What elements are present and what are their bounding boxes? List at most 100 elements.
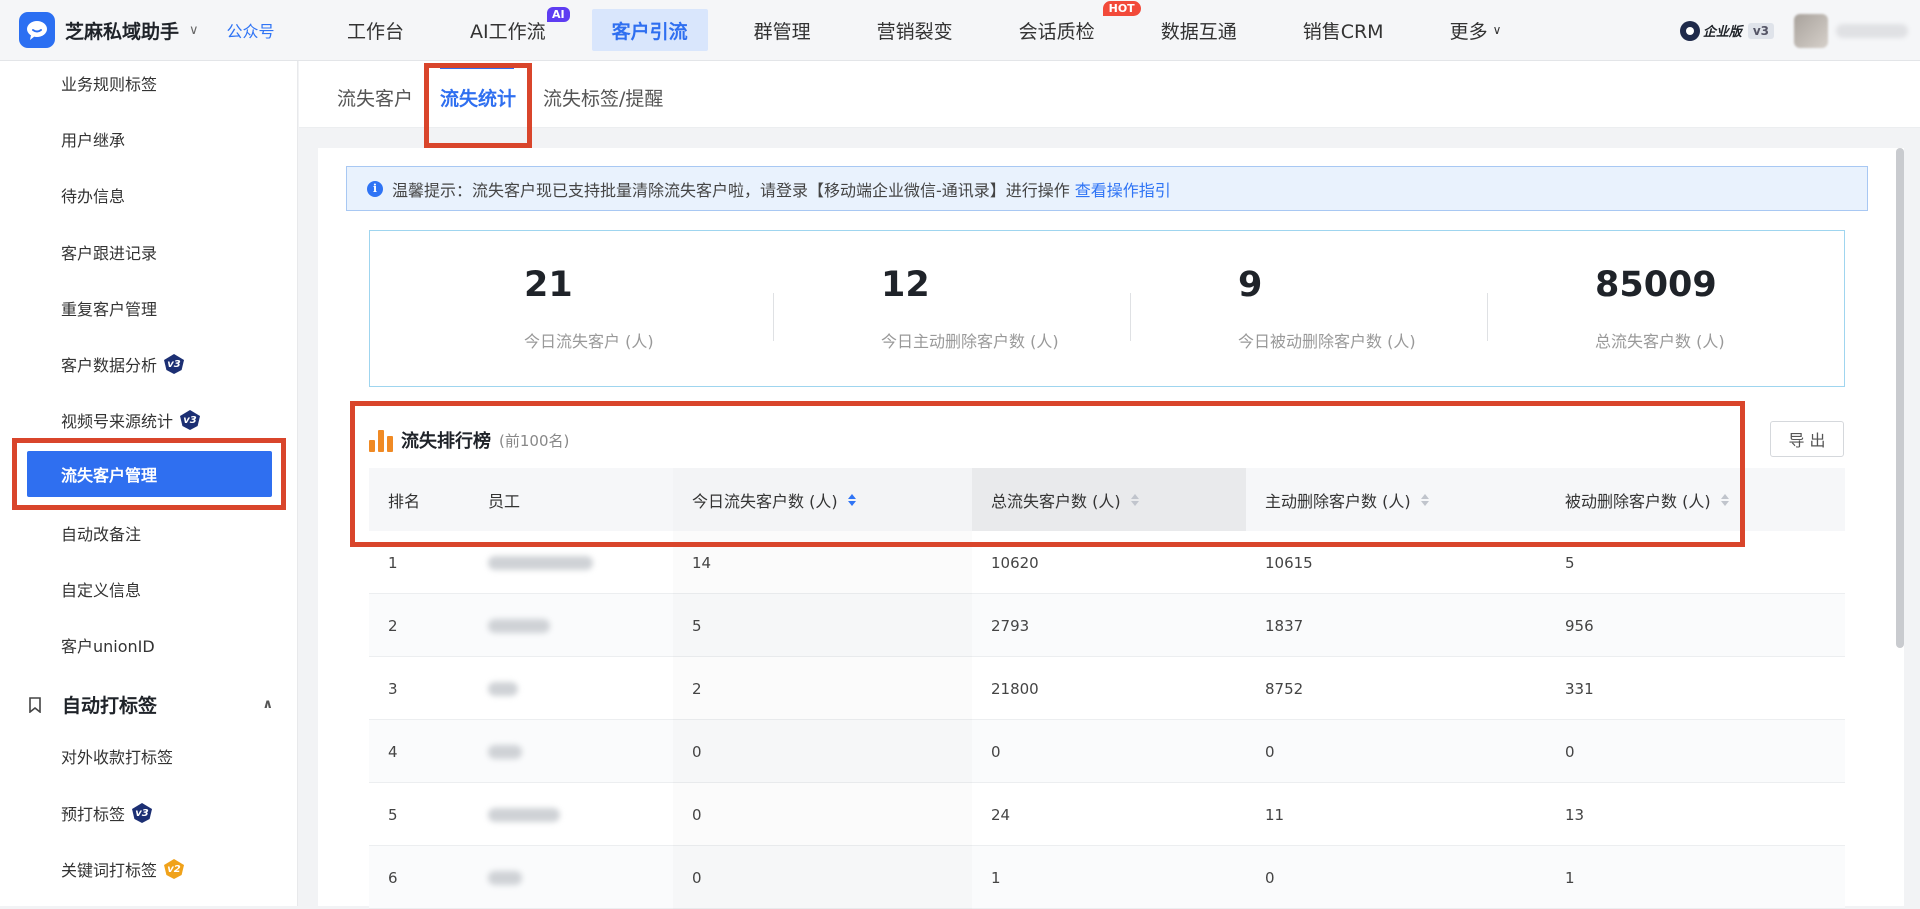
nav-data-sync[interactable]: 数据互通 — [1141, 9, 1257, 51]
official-account-link[interactable]: 公众号 — [227, 18, 275, 42]
cell-rank: 5 — [388, 805, 398, 824]
brand: 芝麻私域助手 ∨ 公众号 — [0, 12, 300, 48]
sidebar-item-union-id[interactable]: 客户unionID — [61, 633, 155, 657]
top-right: 企业版 v3 — [1679, 0, 1920, 61]
edition-badge[interactable]: 企业版 v3 — [1679, 20, 1774, 41]
cell-rank: 6 — [388, 868, 398, 887]
sidebar-item-video-source-stats[interactable]: 视频号来源统计 v3 — [61, 408, 201, 432]
cell-total: 2793 — [991, 616, 1030, 635]
sidebar-group-label: 自动打标签 — [62, 694, 158, 717]
cell-passive: 1 — [1565, 868, 1575, 887]
notice-text: 温馨提示：流失客户现已支持批量清除流失客户啦，请登录【移动端企业微信-通讯录】进… — [392, 180, 1070, 200]
nav-sales-crm[interactable]: 销售CRM — [1283, 9, 1404, 51]
avatar[interactable] — [1794, 13, 1828, 48]
cell-rank: 3 — [388, 679, 398, 698]
highlight-frame-sidebar — [12, 438, 286, 510]
stat-label: 今日主动删除客户数 (人) — [881, 332, 1059, 351]
cell-passive: 0 — [1565, 742, 1575, 761]
cell-today: 5 — [692, 616, 702, 635]
user-name[interactable] — [1836, 23, 1908, 38]
stat-label: 总流失客户数 (人) — [1595, 332, 1725, 351]
brand-name[interactable]: 芝麻私域助手 — [65, 17, 179, 44]
stat-total-churn: 85009 总流失客户数 (人) — [1441, 231, 1798, 388]
operation-guide-link[interactable]: 查看操作指引 — [1075, 177, 1171, 201]
sidebar-item-todo[interactable]: 待办信息 — [61, 183, 125, 207]
table-row[interactable]: 5 0 24 11 13 — [369, 783, 1845, 846]
stat-label: 今日流失客户 (人) — [524, 332, 654, 351]
v3-badge-icon: v3 — [180, 410, 201, 430]
brand-switch-caret-icon[interactable]: ∨ — [189, 23, 199, 38]
ai-badge: AI — [547, 7, 570, 22]
nav-workbench[interactable]: 工作台 — [327, 9, 424, 51]
v2-badge-icon: v2 — [164, 859, 185, 879]
cell-employee — [488, 720, 522, 783]
chevron-up-icon[interactable]: ∧ — [262, 697, 273, 712]
enterprise-icon — [1679, 20, 1700, 41]
stat-label: 今日被动删除客户数 (人) — [1238, 332, 1416, 351]
sidebar-item-customer-analytics[interactable]: 客户数据分析 v3 — [61, 352, 185, 376]
table-row[interactable]: 4 0 0 0 0 — [369, 720, 1845, 783]
hot-badge: HOT — [1102, 1, 1141, 16]
sidebar-item-duplicate-customers[interactable]: 重复客户管理 — [61, 296, 157, 320]
nav-customer-acquisition[interactable]: 客户引流 — [591, 9, 708, 51]
cell-employee — [488, 594, 550, 657]
nav-marketing-fission[interactable]: 营销裂变 — [857, 9, 973, 51]
edition-version: v3 — [1747, 22, 1774, 39]
v3-badge-icon: v3 — [164, 354, 185, 374]
stat-value: 12 — [881, 265, 930, 305]
table-row[interactable]: 3 2 21800 8752 331 — [369, 657, 1845, 720]
sidebar-item-auto-remark[interactable]: 自动改备注 — [61, 521, 141, 545]
cell-today: 0 — [692, 868, 702, 887]
sidebar: 业务规则标签 用户继承 待办信息 客户跟进记录 重复客户管理 客户数据分析 v3 … — [0, 61, 298, 906]
cell-employee — [488, 657, 518, 720]
cell-today: 0 — [692, 742, 702, 761]
bookmark-icon — [28, 696, 42, 714]
highlight-frame-tab — [424, 63, 532, 148]
sub-tabs: 流失客户 流失统计 流失标签/提醒 — [299, 61, 1920, 128]
stat-today-churn: 21 今日流失客户 (人) — [370, 231, 727, 388]
notice-banner: i 温馨提示：流失客户现已支持批量清除流失客户啦，请登录【移动端企业微信-通讯录… — [346, 166, 1868, 211]
brand-logo-icon[interactable] — [19, 12, 55, 48]
cell-passive: 13 — [1565, 805, 1585, 824]
cell-active: 0 — [1265, 742, 1275, 761]
sidebar-item-pre-tagging[interactable]: 预打标签 v3 — [61, 801, 153, 825]
stat-today-active-delete: 12 今日主动删除客户数 (人) — [727, 231, 1084, 388]
cell-active: 11 — [1265, 805, 1285, 824]
sidebar-group-auto-tagging[interactable]: 自动打标签 ∧ — [28, 689, 273, 719]
tab-churned-customers[interactable]: 流失客户 — [337, 84, 413, 111]
cell-rank: 2 — [388, 616, 398, 635]
table-row[interactable]: 6 0 1 0 1 — [369, 846, 1845, 909]
cell-today: 0 — [692, 805, 702, 824]
scrollbar[interactable] — [1896, 148, 1904, 648]
sidebar-item-follow-up[interactable]: 客户跟进记录 — [61, 240, 157, 264]
stats-panel: 21 今日流失客户 (人) 12 今日主动删除客户数 (人) 9 今日被动删除客… — [369, 230, 1845, 387]
cell-employee — [488, 783, 560, 846]
highlight-frame-ranking — [350, 401, 1745, 547]
sidebar-item-business-rule-tags[interactable]: 业务规则标签 — [61, 71, 157, 95]
cell-employee — [488, 846, 522, 909]
cell-active: 8752 — [1265, 679, 1304, 698]
table-row[interactable]: 2 5 2793 1837 956 — [369, 594, 1845, 657]
cell-passive: 956 — [1565, 616, 1594, 635]
sidebar-item-payment-tagging[interactable]: 对外收款打标签 — [61, 744, 173, 768]
stat-today-passive-delete: 9 今日被动删除客户数 (人) — [1084, 231, 1441, 388]
chevron-down-icon: ∨ — [1492, 23, 1502, 37]
nav-group-management[interactable]: 群管理 — [734, 9, 831, 51]
cell-total: 1 — [991, 868, 1001, 887]
stat-value: 85009 — [1595, 265, 1717, 305]
nav-session-qc[interactable]: 会话质检 HOT — [999, 1, 1141, 51]
cell-total: 0 — [991, 742, 1001, 761]
export-button[interactable]: 导 出 — [1770, 421, 1844, 457]
stat-value: 21 — [524, 265, 573, 305]
cell-total: 21800 — [991, 679, 1039, 698]
sidebar-item-custom-info[interactable]: 自定义信息 — [61, 577, 141, 601]
sidebar-item-user-inheritance[interactable]: 用户继承 — [61, 127, 125, 151]
nav-ai-workflow[interactable]: AI工作流 AI — [450, 7, 570, 51]
tab-churn-tags-reminders[interactable]: 流失标签/提醒 — [543, 84, 663, 111]
nav-more[interactable]: 更多 ∨ — [1430, 9, 1522, 51]
cell-today: 2 — [692, 679, 702, 698]
sidebar-item-keyword-tagging[interactable]: 关键词打标签 v2 — [61, 857, 185, 881]
cell-active: 1837 — [1265, 616, 1304, 635]
top-nav: 工作台 AI工作流 AI 客户引流 群管理 营销裂变 会话质检 HOT 数据互通 销… — [300, 0, 1547, 61]
cell-rank: 4 — [388, 742, 398, 761]
